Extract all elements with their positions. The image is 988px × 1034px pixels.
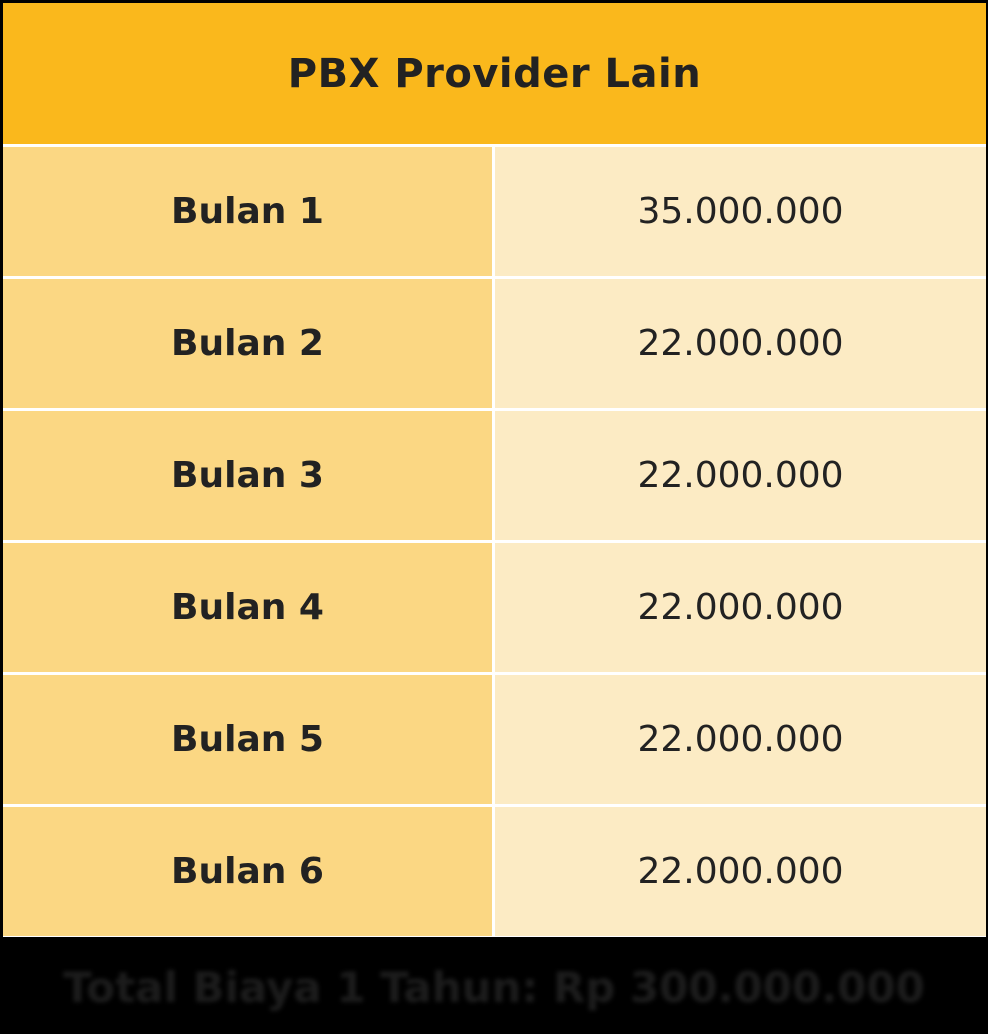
table-title: PBX Provider Lain [3,3,986,144]
table-row: Bulan 1 35.000.000 [3,147,986,276]
month-label: Bulan 3 [3,411,492,540]
total-cost-text: Total Biaya 1 Tahun: Rp 300.000.000 [63,962,925,1012]
table-row: Bulan 2 22.000.000 [3,279,986,408]
month-label: Bulan 2 [3,279,492,408]
cost-value: 22.000.000 [495,411,986,540]
cost-value: 22.000.000 [495,279,986,408]
total-footer: Total Biaya 1 Tahun: Rp 300.000.000 [0,940,988,1034]
table-row: Bulan 5 22.000.000 [3,675,986,804]
cost-value: 22.000.000 [495,807,986,936]
table-row: Bulan 3 22.000.000 [3,411,986,540]
month-label: Bulan 6 [3,807,492,936]
month-label: Bulan 4 [3,543,492,672]
month-label: Bulan 5 [3,675,492,804]
cost-value: 22.000.000 [495,543,986,672]
pricing-table: PBX Provider Lain Bulan 1 35.000.000 Bul… [3,3,986,937]
table-row: Bulan 6 22.000.000 [3,807,986,936]
table-row: Bulan 4 22.000.000 [3,543,986,672]
cost-value: 35.000.000 [495,147,986,276]
cost-value: 22.000.000 [495,675,986,804]
month-label: Bulan 1 [3,147,492,276]
